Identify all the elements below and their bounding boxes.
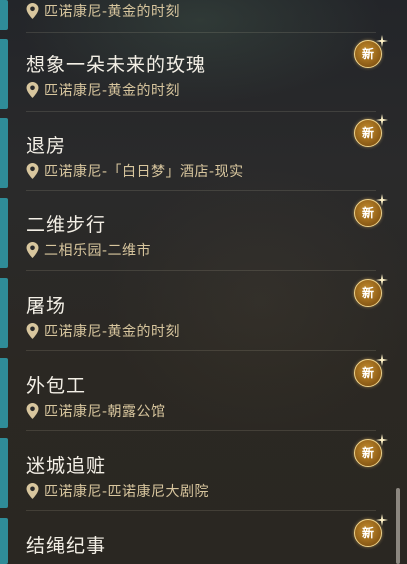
list-item[interactable]: 二维步行 二相乐园-二维市 新 xyxy=(0,192,407,272)
location-label: 匹诺康尼-「白日梦」酒店-现实 xyxy=(26,162,244,180)
sparkle-icon xyxy=(376,274,388,286)
list-item[interactable]: 外包工 匹诺康尼-朝露公馆 新 xyxy=(0,352,407,432)
location-text: 匹诺康尼-黄金的时刻 xyxy=(44,4,181,20)
item-title: 迷城追赃 xyxy=(26,455,107,477)
divider xyxy=(26,430,376,431)
list-item[interactable]: 迷城追赃 匹诺康尼-匹诺康尼大剧院 新 xyxy=(0,432,407,512)
new-badge-icon: 新 xyxy=(352,274,388,310)
list-item[interactable]: 想象一朵未来的玫瑰 匹诺康尼-黄金的时刻 新 xyxy=(0,33,407,113)
location-text: 二相乐园-二维市 xyxy=(44,243,152,259)
sparkle-icon xyxy=(376,35,388,47)
list-item-accent xyxy=(0,118,8,188)
location-text: 匹诺康尼-朝露公馆 xyxy=(44,404,166,420)
sparkle-icon xyxy=(376,514,388,526)
scrollbar-thumb[interactable] xyxy=(396,488,400,564)
location-label: 匹诺康尼-黄金的时刻 xyxy=(26,81,180,99)
item-title: 二维步行 xyxy=(26,214,107,236)
sparkle-icon xyxy=(376,194,388,206)
divider xyxy=(26,270,376,271)
new-badge-label: 新 xyxy=(361,366,374,380)
new-badge-icon: 新 xyxy=(352,354,388,390)
location-label: 匹诺康尼-匹诺康尼大剧院 xyxy=(26,482,209,500)
location-text: 匹诺康尼-黄金的时刻 xyxy=(44,324,181,340)
sparkle-icon xyxy=(376,354,388,366)
item-title: 屠场 xyxy=(26,295,67,317)
new-badge-icon: 新 xyxy=(352,114,388,150)
new-badge-label: 新 xyxy=(361,126,374,140)
map-pin-icon xyxy=(26,82,39,98)
item-title: 退房 xyxy=(26,135,67,157)
item-title: 想象一朵未来的玫瑰 xyxy=(26,54,207,76)
location-label: 匹诺康尼-黄金的时刻 xyxy=(26,322,180,340)
divider xyxy=(26,190,376,191)
item-title: 结绳纪事 xyxy=(26,535,107,557)
location-text: 匹诺康尼-匹诺康尼大剧院 xyxy=(44,484,210,500)
list-item-accent xyxy=(0,358,8,428)
new-badge-icon: 新 xyxy=(352,434,388,470)
item-title: 外包工 xyxy=(26,375,87,397)
divider xyxy=(26,350,376,351)
list-item-accent xyxy=(0,0,8,30)
list-item-accent xyxy=(0,518,8,564)
new-badge-label: 新 xyxy=(361,446,374,460)
location-label: 二相乐园-二维市 xyxy=(26,241,151,259)
map-pin-icon xyxy=(26,483,39,499)
divider xyxy=(26,510,376,511)
new-badge-icon: 新 xyxy=(352,194,388,230)
list-item[interactable]: 退房 匹诺康尼-「白日梦」酒店-现实 新 xyxy=(0,112,407,192)
new-badge-label: 新 xyxy=(361,526,374,540)
map-pin-icon xyxy=(26,403,39,419)
list-item-accent xyxy=(0,39,8,109)
new-badge-label: 新 xyxy=(361,206,374,220)
sparkle-icon xyxy=(376,114,388,126)
location-label: 匹诺康尼-黄金的时刻 xyxy=(26,2,180,20)
sparkle-icon xyxy=(376,434,388,446)
map-pin-icon xyxy=(26,3,39,19)
list-item[interactable]: 屠场 匹诺康尼-黄金的时刻 新 xyxy=(0,272,407,352)
list-item-accent xyxy=(0,198,8,268)
new-badge-label: 新 xyxy=(361,286,374,300)
new-badge-icon: 新 xyxy=(352,514,388,550)
list-item[interactable]: 结绳纪事 新 xyxy=(0,512,407,564)
location-label: 匹诺康尼-朝露公馆 xyxy=(26,402,166,420)
list-item-accent xyxy=(0,438,8,508)
new-badge-label: 新 xyxy=(361,47,374,61)
list-item-accent xyxy=(0,278,8,348)
location-text: 匹诺康尼-黄金的时刻 xyxy=(44,83,181,99)
new-badge-icon: 新 xyxy=(352,35,388,71)
map-pin-icon xyxy=(26,242,39,258)
location-text: 匹诺康尼-「白日梦」酒店-现实 xyxy=(44,164,244,180)
map-pin-icon xyxy=(26,163,39,179)
map-pin-icon xyxy=(26,323,39,339)
